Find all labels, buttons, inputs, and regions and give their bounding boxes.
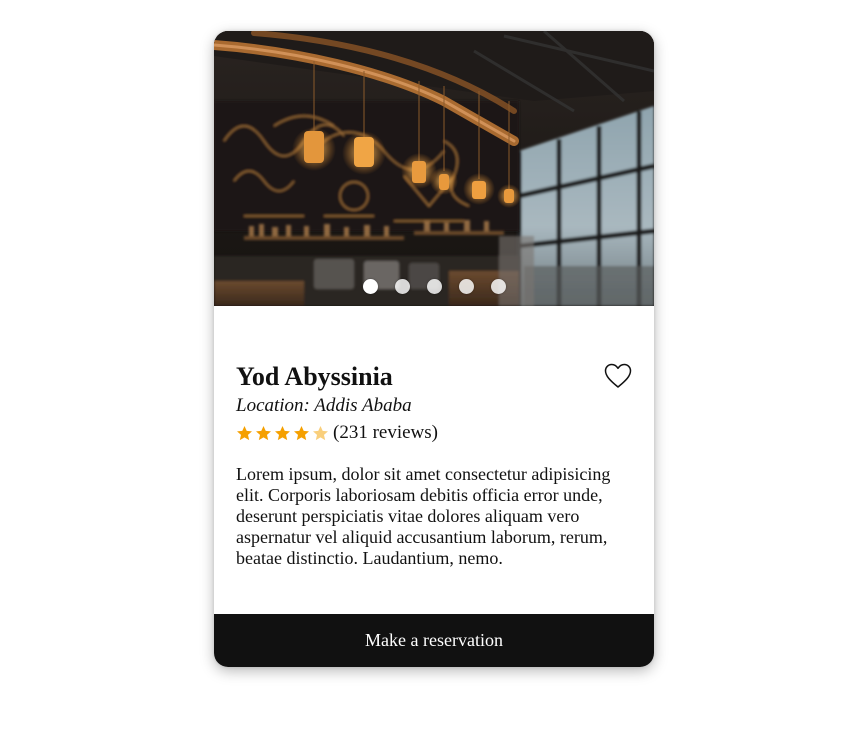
star-icon [313, 425, 328, 440]
carousel-dots [214, 279, 654, 294]
review-count: (231 reviews) [333, 422, 438, 443]
star-icon [256, 425, 271, 440]
restaurant-card: Yod Abyssinia Location: Addis Ababa (231… [214, 31, 654, 667]
restaurant-location: Location: Addis Ababa [236, 395, 412, 416]
star-icon [294, 425, 309, 440]
star-rating [236, 425, 329, 442]
carousel-dot[interactable] [362, 279, 378, 294]
carousel-dot[interactable] [426, 279, 442, 294]
favorite-heart-icon[interactable] [604, 363, 632, 389]
restaurant-name: Yod Abyssinia [236, 362, 393, 391]
carousel-dot[interactable] [458, 279, 474, 294]
star-icon [237, 425, 252, 440]
cafe-interior-image [214, 31, 654, 306]
carousel-dot[interactable] [394, 279, 410, 294]
make-reservation-button[interactable]: Make a reservation [214, 614, 654, 667]
restaurant-description: Lorem ipsum, dolor sit amet consectetur … [236, 464, 611, 568]
carousel-dot[interactable] [490, 279, 506, 294]
rating: (231 reviews) [236, 422, 438, 444]
star-icon [275, 425, 290, 440]
hero-image-carousel[interactable] [214, 31, 654, 306]
